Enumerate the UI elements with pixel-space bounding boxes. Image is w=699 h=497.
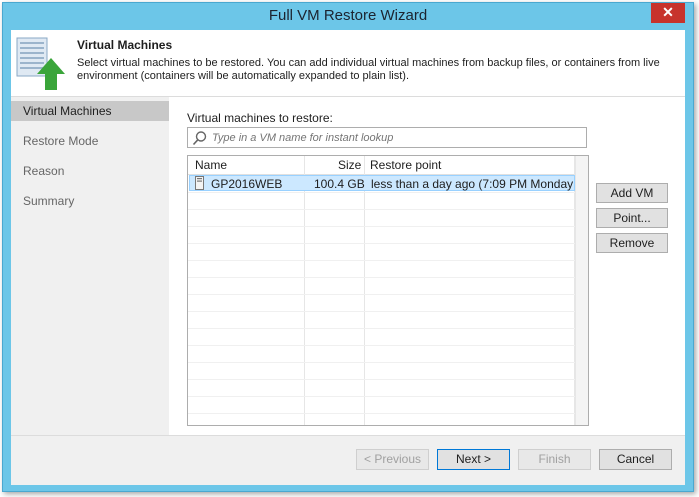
search-icon (192, 131, 207, 146)
step-summary[interactable]: Summary (11, 191, 169, 211)
grid-line (188, 243, 576, 244)
wizard-window: Full VM Restore Wizard ✕ Virtual Machine… (2, 2, 694, 492)
column-header-name[interactable]: Name (195, 158, 227, 172)
step-restore-mode[interactable]: Restore Mode (11, 131, 169, 151)
table-row[interactable]: GP2016WEB 100.4 GB less than a day ago (… (189, 175, 588, 191)
grid-line (188, 413, 576, 414)
grid-line (188, 362, 576, 363)
grid-line (188, 379, 576, 380)
next-button[interactable]: Next > (437, 449, 510, 470)
main-panel: Virtual machines to restore: Name Size R… (169, 97, 685, 435)
vm-icon (195, 176, 204, 190)
wizard-header: Virtual Machines Select virtual machines… (11, 30, 685, 97)
wizard-footer: < Previous Next > Finish Cancel (11, 435, 685, 485)
step-reason[interactable]: Reason (11, 161, 169, 181)
grid-line (188, 192, 576, 193)
row-size: 100.4 GB (314, 177, 365, 191)
wizard-steps: Virtual Machines Restore Mode Reason Sum… (11, 97, 169, 435)
search-input[interactable] (212, 129, 582, 146)
cancel-button[interactable]: Cancel (599, 449, 672, 470)
previous-button[interactable]: < Previous (356, 449, 429, 470)
page-description: Select virtual machines to be restored. … (77, 57, 660, 82)
column-divider (364, 156, 365, 425)
title-bar[interactable]: Full VM Restore Wizard ✕ (3, 3, 693, 29)
grid-line (188, 345, 576, 346)
grid-line (188, 294, 576, 295)
wizard-body: Virtual Machines Select virtual machines… (11, 30, 685, 485)
column-header-restore-point[interactable]: Restore point (370, 158, 441, 172)
finish-button[interactable]: Finish (518, 449, 591, 470)
grid-line (188, 226, 576, 227)
page-title: Virtual Machines (77, 38, 173, 52)
vms-label: Virtual machines to restore: (187, 111, 333, 125)
vm-table[interactable]: Name Size Restore point GP2016WEB 100.4 … (187, 155, 589, 426)
add-vm-button[interactable]: Add VM (596, 183, 668, 203)
grid-line (188, 277, 576, 278)
column-divider (304, 156, 305, 425)
close-button[interactable]: ✕ (651, 3, 685, 23)
search-box[interactable] (187, 127, 587, 148)
restore-upload-icon (16, 37, 65, 90)
table-header: Name Size Restore point (188, 156, 576, 175)
remove-button[interactable]: Remove (596, 233, 668, 253)
row-restore-point: less than a day ago (7:09 PM Monday 8... (371, 177, 589, 191)
grid-line (188, 209, 576, 210)
point-button[interactable]: Point... (596, 208, 668, 228)
grid-line (188, 328, 576, 329)
table-scrollbar[interactable] (575, 156, 588, 425)
grid-line (188, 396, 576, 397)
step-virtual-machines[interactable]: Virtual Machines (11, 101, 169, 121)
close-icon[interactable]: ✕ (662, 4, 674, 20)
grid-line (188, 311, 576, 312)
row-name: GP2016WEB (211, 177, 283, 191)
window-title: Full VM Restore Wizard (268, 7, 428, 24)
column-header-size[interactable]: Size (338, 158, 361, 172)
grid-line (188, 260, 576, 261)
